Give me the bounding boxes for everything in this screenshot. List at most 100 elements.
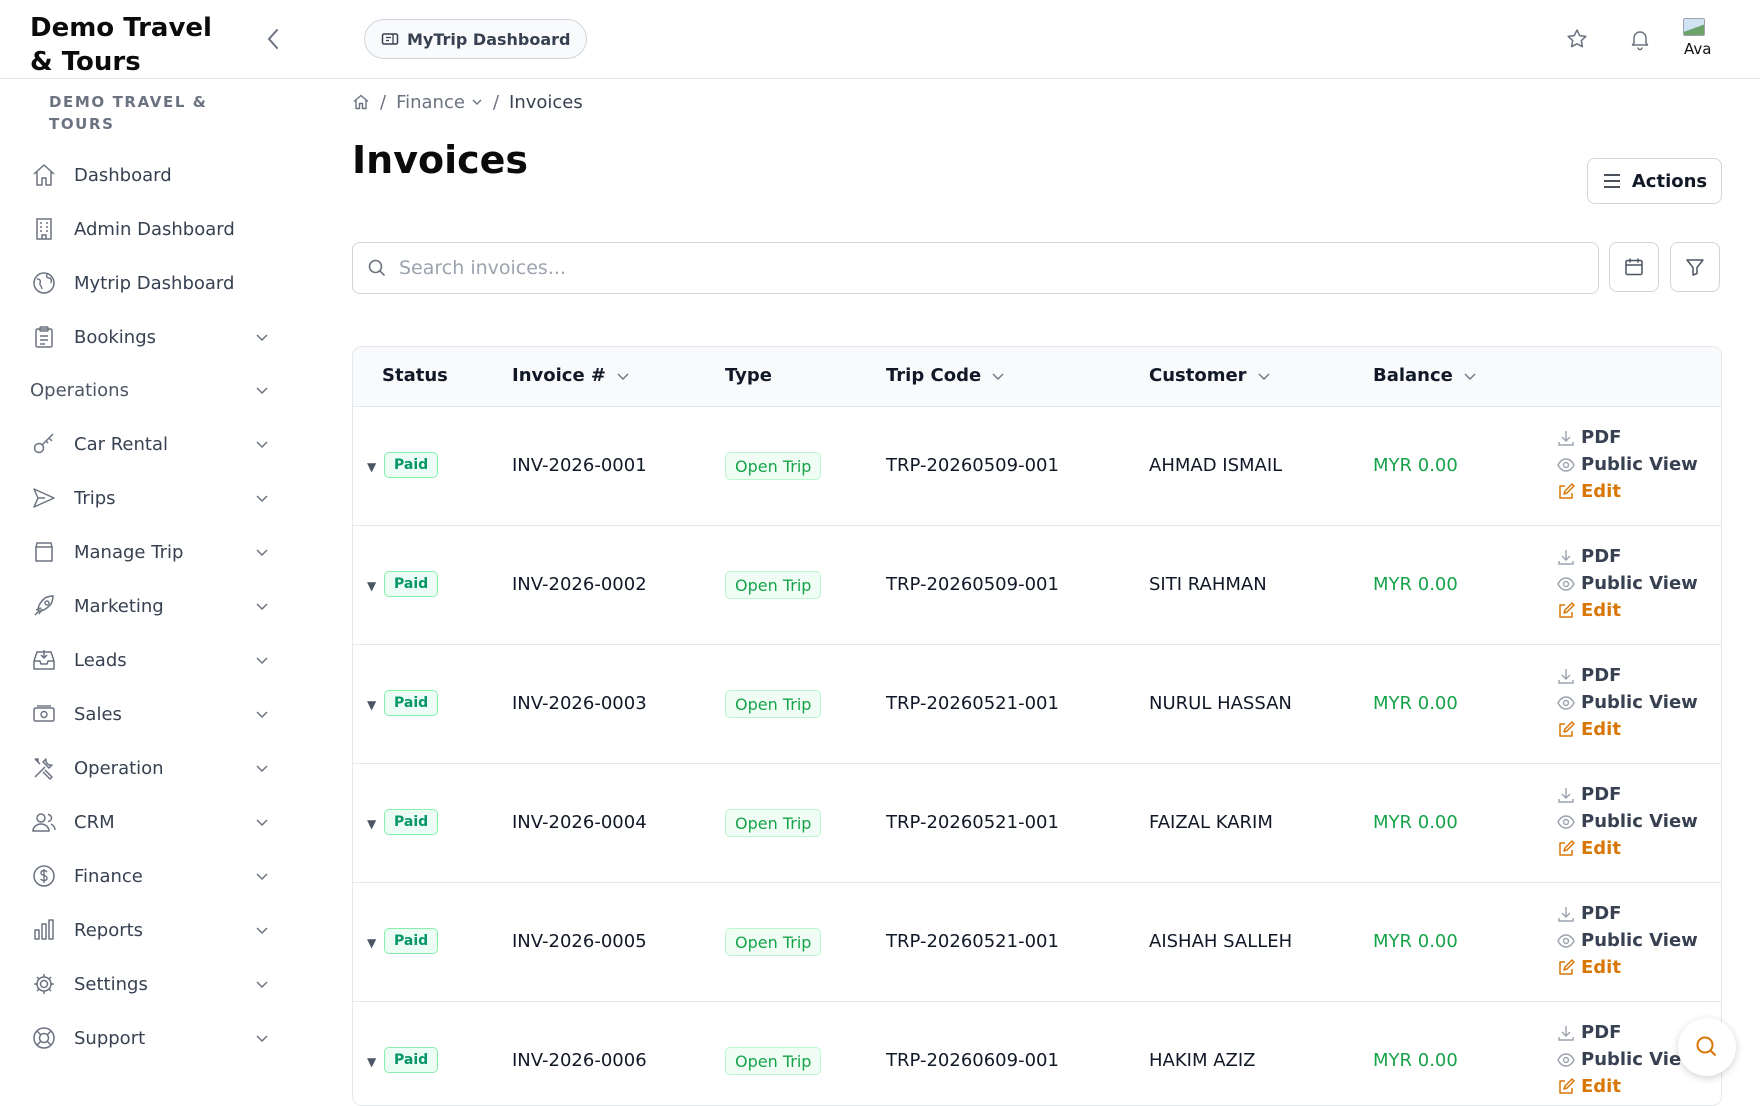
banknote-icon <box>30 700 58 728</box>
pdf-label: PDF <box>1581 903 1622 924</box>
invoice-number[interactable]: INV-2026-0003 <box>512 693 647 714</box>
edit-link[interactable]: Edit <box>1557 718 1717 741</box>
chevron-down-icon <box>256 549 268 557</box>
public-view-label: Public View <box>1581 454 1698 475</box>
sidebar-item-bookings[interactable]: Bookings <box>30 317 270 357</box>
user-avatar[interactable]: Ava <box>1680 18 1720 62</box>
sidebar-item-mytrip-dashboard[interactable]: Mytrip Dashboard <box>30 263 270 303</box>
invoice-number[interactable]: INV-2026-0001 <box>512 455 647 476</box>
invoice-number[interactable]: INV-2026-0002 <box>512 574 647 595</box>
header-balance-label: Balance <box>1373 365 1453 386</box>
favorite-button[interactable] <box>1562 24 1592 54</box>
pdf-link[interactable]: PDF <box>1557 783 1717 806</box>
sidebar-item-trips[interactable]: Trips <box>30 478 270 518</box>
expand-row-icon[interactable]: ▼ <box>367 698 376 712</box>
edit-link[interactable]: Edit <box>1557 1075 1717 1098</box>
sidebar-item-support[interactable]: Support <box>30 1018 270 1058</box>
actions-label: Actions <box>1631 170 1708 192</box>
header-customer[interactable]: Customer <box>1149 365 1271 386</box>
download-icon <box>1557 548 1575 566</box>
sidebar-item-marketing[interactable]: Marketing <box>30 586 270 626</box>
sidebar-section-title: Demo Travel & Tours <box>49 93 208 133</box>
table-row[interactable]: ▼ Paid INV-2026-0003 Open Trip TRP-20260521-… <box>353 646 1721 764</box>
pdf-link[interactable]: PDF <box>1557 902 1717 925</box>
header-invoice[interactable]: Invoice # <box>512 365 630 386</box>
key-icon <box>30 430 58 458</box>
collapse-sidebar-button[interactable] <box>262 24 284 54</box>
breadcrumb-separator: / <box>380 91 387 113</box>
download-icon <box>1557 905 1575 923</box>
actions-button[interactable]: Actions <box>1587 158 1722 204</box>
sidebar-item-crm[interactable]: CRM <box>30 802 270 842</box>
expand-row-icon[interactable]: ▼ <box>367 579 376 593</box>
invoice-number[interactable]: INV-2026-0004 <box>512 812 647 833</box>
sidebar-item-label: CRM <box>74 811 115 833</box>
sidebar-item-operation[interactable]: Operation <box>30 748 270 788</box>
trip-code: TRP-20260509-001 <box>886 574 1059 595</box>
table-row[interactable]: ▼ Paid INV-2026-0001 Open Trip TRP-20260509-… <box>353 408 1721 526</box>
breadcrumb-finance[interactable]: Finance <box>396 92 483 113</box>
edit-link[interactable]: Edit <box>1557 480 1717 503</box>
row-actions: PDF Public View Edit <box>1557 664 1717 741</box>
date-filter-button[interactable] <box>1609 242 1659 292</box>
expand-row-icon[interactable]: ▼ <box>367 1055 376 1069</box>
search-input[interactable] <box>399 257 1549 279</box>
sidebar-item-settings[interactable]: Settings <box>30 964 270 1004</box>
sidebar-item-reports[interactable]: Reports <box>30 910 270 950</box>
pdf-link[interactable]: PDF <box>1557 426 1717 449</box>
edit-link[interactable]: Edit <box>1557 956 1717 979</box>
pill-label: MyTrip Dashboard <box>407 29 571 49</box>
brand-title[interactable]: Demo Travel & Tours <box>30 12 240 80</box>
edit-link[interactable]: Edit <box>1557 837 1717 860</box>
notifications-button[interactable] <box>1625 24 1655 54</box>
sidebar-item-finance[interactable]: Finance <box>30 856 270 896</box>
expand-row-icon[interactable]: ▼ <box>367 936 376 950</box>
sidebar-item-sales[interactable]: Sales <box>30 694 270 734</box>
table-row[interactable]: ▼ Paid INV-2026-0006 Open Trip TRP-20260609-… <box>353 1003 1721 1105</box>
chevron-down-icon <box>256 603 268 611</box>
home-icon[interactable] <box>352 93 370 111</box>
type-badge: Open Trip <box>725 690 822 718</box>
status-badge: Paid <box>384 809 439 835</box>
edit-icon <box>1557 839 1575 858</box>
expand-row-icon[interactable]: ▼ <box>367 460 376 474</box>
sidebar-item-label: Settings <box>74 973 148 995</box>
table-row[interactable]: ▼ Paid INV-2026-0004 Open Trip TRP-20260521-… <box>353 765 1721 883</box>
pdf-link[interactable]: PDF <box>1557 545 1717 568</box>
public-view-link[interactable]: Public View <box>1557 810 1717 833</box>
table-row[interactable]: ▼ Paid INV-2026-0005 Open Trip TRP-20260521-… <box>353 884 1721 1002</box>
gear-icon <box>30 970 58 998</box>
pdf-link[interactable]: PDF <box>1557 664 1717 687</box>
invoice-number[interactable]: INV-2026-0006 <box>512 1050 647 1071</box>
mytrip-dashboard-pill[interactable]: MyTrip Dashboard <box>364 19 588 59</box>
customer-name: AHMAD ISMAIL <box>1149 455 1283 476</box>
sidebar-item-label: Mytrip Dashboard <box>74 272 235 294</box>
public-view-link[interactable]: Public View <box>1557 572 1717 595</box>
edit-link[interactable]: Edit <box>1557 599 1717 622</box>
pdf-label: PDF <box>1581 1022 1622 1043</box>
chevron-down-icon <box>256 387 268 395</box>
sidebar-group-operations[interactable]: Operations <box>30 370 270 410</box>
sidebar-item-car-rental[interactable]: Car Rental <box>30 424 270 464</box>
sidebar-item-dashboard[interactable]: Dashboard <box>30 155 270 195</box>
floating-search-button[interactable] <box>1678 1018 1736 1076</box>
type-badge: Open Trip <box>725 928 822 956</box>
invoice-number[interactable]: INV-2026-0005 <box>512 931 647 952</box>
public-view-link[interactable]: Public View <box>1557 929 1717 952</box>
type-badge: Open Trip <box>725 1047 822 1075</box>
top-bar: Demo Travel & Tours MyTrip Dashboard Ava <box>0 0 1760 79</box>
invoices-table: Status Invoice # Type Trip Code Customer… <box>352 346 1722 1106</box>
header-trip-code[interactable]: Trip Code <box>886 365 1005 386</box>
sidebar-item-manage-trip[interactable]: Manage Trip <box>30 532 270 572</box>
header-balance[interactable]: Balance <box>1373 365 1477 386</box>
balance-amount: MYR 0.00 <box>1373 693 1458 714</box>
filter-button[interactable] <box>1670 242 1720 292</box>
sidebar-item-leads[interactable]: Leads <box>30 640 270 680</box>
sidebar-item-admin-dashboard[interactable]: Admin Dashboard <box>30 209 270 249</box>
balance-amount: MYR 0.00 <box>1373 931 1458 952</box>
table-row[interactable]: ▼ Paid INV-2026-0002 Open Trip TRP-20260509-… <box>353 527 1721 645</box>
public-view-link[interactable]: Public View <box>1557 453 1717 476</box>
public-view-link[interactable]: Public View <box>1557 691 1717 714</box>
bell-icon <box>1631 31 1649 51</box>
expand-row-icon[interactable]: ▼ <box>367 817 376 831</box>
